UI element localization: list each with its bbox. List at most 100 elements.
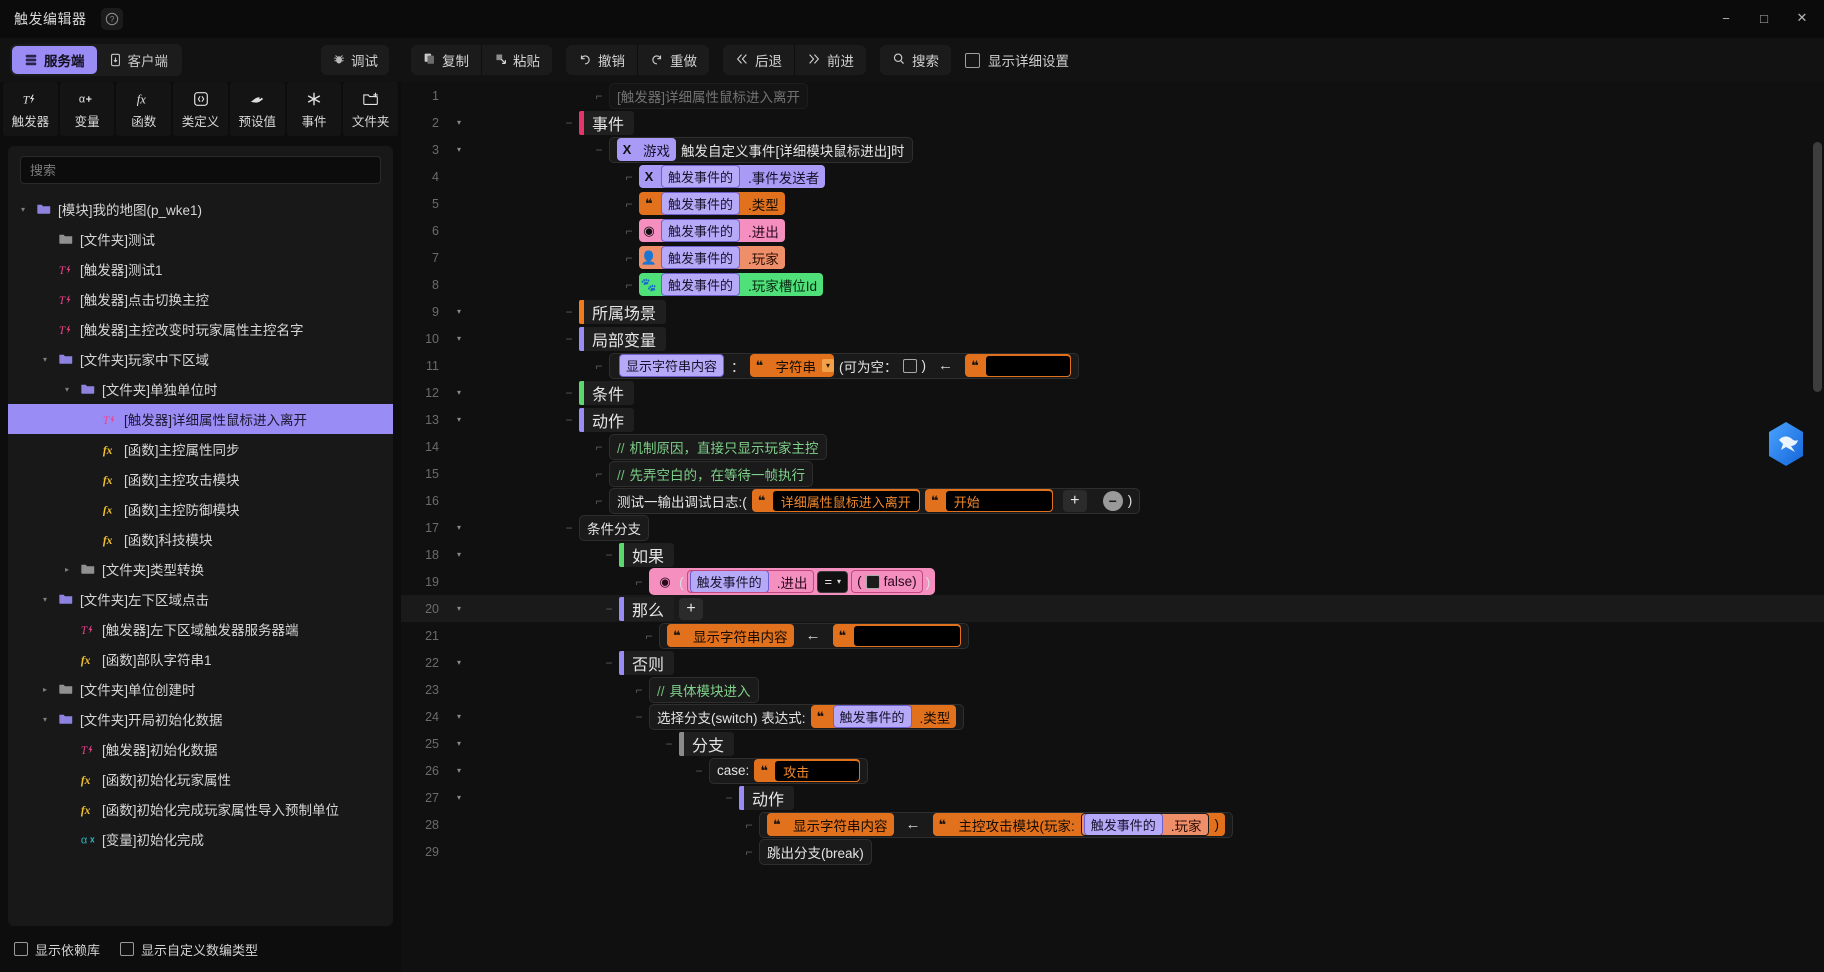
assign-value-input[interactable] — [852, 624, 961, 647]
variable-pill[interactable]: 触发事件的 — [1083, 814, 1163, 835]
assign-target[interactable]: ❝ 显示字符串内容 — [767, 813, 894, 836]
maximize-button[interactable]: □ — [1746, 3, 1782, 33]
code-line[interactable]: 13 ▾ − 动作 — [401, 406, 1824, 433]
fold-toggle[interactable]: ▾ — [447, 523, 471, 532]
expression-chip[interactable]: 🐾 触发事件的 .玩家槽位Id — [639, 273, 824, 296]
code-line[interactable]: 26 ▾ − case: ❝ 攻击 — [401, 757, 1824, 784]
debug-button[interactable]: 调试 — [321, 45, 389, 75]
remove-argument-button[interactable]: − — [1102, 490, 1123, 511]
value-input[interactable] — [985, 354, 1072, 377]
code-line[interactable]: 16 ⌐ 测试一输出调试日志:(❝ 详细属性鼠标进入离开 ❝ 开始 + −) — [401, 487, 1824, 514]
tree-node[interactable]: fx [函数]科技模块 — [8, 524, 393, 554]
tree-node[interactable]: fx [函数]初始化完成玩家属性导入预制单位 — [8, 794, 393, 824]
code-line[interactable]: 19 ⌐ ◉(触发事件的 .进出 = ▾(false)) — [401, 568, 1824, 595]
checkbox-show-detail-settings[interactable]: 显示详细设置 — [965, 50, 1069, 70]
add-action-button[interactable]: + — [679, 597, 704, 620]
twisty-toggle[interactable]: ▸ — [36, 685, 54, 694]
twisty-toggle[interactable]: ▾ — [58, 385, 76, 394]
fold-toggle[interactable]: ▾ — [447, 739, 471, 748]
tree-node[interactable]: T [触发器]详细属性鼠标进入离开 — [8, 404, 393, 434]
condition-operand[interactable]: 触发事件的 .进出 — [686, 570, 815, 593]
call-argument[interactable]: ❝ 详细属性鼠标进入离开 — [751, 489, 920, 512]
code-line[interactable]: 3 ▾ − X 游戏 触发自定义事件[详细模块鼠标进出]时 — [401, 136, 1824, 163]
fold-toggle[interactable]: ▾ — [447, 145, 471, 154]
code-line[interactable]: 20 ▾ − 那么 + — [401, 595, 1824, 622]
keyword-block[interactable]: 事件 — [579, 110, 635, 135]
code-canvas[interactable]: 1 ⌐ [触发器]详细属性鼠标进入离开 2 ▾ − 事件 3 ▾ − X 游戏 触发自定义事件[详细模块… — [401, 82, 1824, 972]
vertical-scrollbar[interactable] — [1813, 142, 1822, 392]
comment-block[interactable]: //先弄空白的，在等待一帧执行 — [609, 460, 814, 487]
tool-preset[interactable]: 预设值 — [229, 82, 285, 136]
code-line[interactable]: 1 ⌐ [触发器]详细属性鼠标进入离开 — [401, 82, 1824, 109]
fold-toggle[interactable]: ▾ — [447, 793, 471, 802]
tree-node[interactable]: ▾ [文件夹]玩家中下区域 — [8, 344, 393, 374]
tool-trigger[interactable]: T 触发器 — [3, 82, 58, 136]
keyword-block[interactable]: 条件 — [579, 380, 635, 405]
twisty-toggle[interactable]: ▾ — [36, 355, 54, 364]
undo-button[interactable]: 撤销 — [566, 45, 637, 75]
value-chip[interactable]: ❝ — [965, 354, 1072, 377]
variable-pill[interactable]: 触发事件的 — [661, 246, 741, 269]
code-line[interactable]: 14 ⌐ //机制原因，直接只显示玩家主控 — [401, 433, 1824, 460]
tree-node[interactable]: fx [函数]主控攻击模块 — [8, 464, 393, 494]
back-button[interactable]: 后退 — [723, 45, 794, 75]
argument-value[interactable]: 开始 — [944, 489, 1053, 512]
branch-block[interactable]: 条件分支 — [579, 514, 649, 541]
code-line[interactable]: 18 ▾ − 如果 — [401, 541, 1824, 568]
minimize-button[interactable]: − — [1708, 3, 1744, 33]
keyword-block[interactable]: 那么 — [619, 596, 675, 621]
code-line[interactable]: 12 ▾ − 条件 — [401, 379, 1824, 406]
search-button[interactable]: 搜索 — [880, 45, 951, 75]
keyword-block[interactable]: 否则 — [619, 650, 675, 675]
fold-toggle[interactable]: ▾ — [447, 334, 471, 343]
help-icon[interactable]: ? — [100, 8, 123, 30]
variable-pill[interactable]: 触发事件的 — [661, 219, 741, 242]
nullable-checkbox[interactable] — [902, 358, 917, 373]
case-value-input[interactable]: 攻击 — [774, 759, 861, 782]
assign-target[interactable]: ❝ 显示字符串内容 — [667, 624, 794, 647]
twisty-toggle[interactable]: ▾ — [36, 595, 54, 604]
function-call-chip[interactable]: ❝ 主控攻击模块(玩家: 触发事件的 .玩家) — [932, 813, 1226, 836]
forward-button[interactable]: 前进 — [794, 45, 866, 75]
code-line[interactable]: 24 ▾ − 选择分支(switch) 表达式: ❝ 触发事件的 .类型 — [401, 703, 1824, 730]
assign-source[interactable]: ❝ — [832, 624, 961, 647]
event-block[interactable]: X 游戏 触发自定义事件[详细模块鼠标进出]时 — [609, 136, 913, 163]
type-selector[interactable]: ❝ 字符串 ▾ — [749, 354, 835, 377]
function-argument[interactable]: 触发事件的 .玩家 — [1080, 813, 1209, 836]
checkbox-show-custom-types[interactable]: 显示自定义数编类型 — [120, 940, 258, 959]
keyword-block[interactable]: 动作 — [579, 407, 635, 432]
keyword-block[interactable]: 动作 — [739, 785, 795, 810]
expression-chip[interactable]: ◉ 触发事件的 .进出 — [639, 219, 785, 242]
condition-rhs[interactable]: (false) — [851, 570, 923, 593]
tree-node[interactable]: ▾ [文件夹]单独单位时 — [8, 374, 393, 404]
fold-toggle[interactable]: ▾ — [447, 604, 471, 613]
comparison-operator-select[interactable]: = ▾ — [817, 570, 849, 593]
tree-node[interactable]: ▾ [文件夹]开局初始化数据 — [8, 704, 393, 734]
expression-chip[interactable]: ❝ 触发事件的 .类型 — [639, 192, 785, 215]
twisty-toggle[interactable]: ▸ — [58, 565, 76, 574]
code-line[interactable]: 23 ⌐ //具体模块进入 — [401, 676, 1824, 703]
code-line[interactable]: 9 ▾ − 所属场景 — [401, 298, 1824, 325]
assignment-block[interactable]: ❝ 显示字符串内容 ← ❝ 主控攻击模块(玩家: 触发事件的 .玩家) — [759, 811, 1234, 838]
code-line[interactable]: 6 ⌐ ◉ 触发事件的 .进出 — [401, 217, 1824, 244]
code-line[interactable]: 11 ⌐ 显示字符串内容 ： ❝ 字符串 ▾ (可为空：) ← ❝ — [401, 352, 1824, 379]
code-line[interactable]: 10 ▾ − 局部变量 — [401, 325, 1824, 352]
tree-node[interactable]: T [触发器]测试1 — [8, 254, 393, 284]
tool-folder-add[interactable]: 文件夹 — [343, 82, 399, 136]
keyword-block[interactable]: 分支 — [679, 731, 735, 756]
code-line[interactable]: 21 ⌐ ❝ 显示字符串内容 ← ❝ — [401, 622, 1824, 649]
tree-node[interactable]: T [触发器]主控改变时玩家属性主控名字 — [8, 314, 393, 344]
tree-node[interactable]: ▾ [文件夹]左下区域点击 — [8, 584, 393, 614]
local-var-name[interactable]: 显示字符串内容 — [619, 354, 725, 377]
local-variable-block[interactable]: 显示字符串内容 ： ❝ 字符串 ▾ (可为空：) ← ❝ — [609, 352, 1080, 379]
fold-toggle[interactable]: ▾ — [447, 415, 471, 424]
keyword-block[interactable]: 如果 — [619, 542, 675, 567]
case-block[interactable]: case: ❝ 攻击 — [709, 757, 869, 784]
call-argument[interactable]: ❝ 开始 — [924, 489, 1053, 512]
switch-block[interactable]: 选择分支(switch) 表达式: ❝ 触发事件的 .类型 — [649, 703, 965, 730]
expression-chip[interactable]: X 触发事件的 .事件发送者 — [639, 165, 826, 188]
redo-button[interactable]: 重做 — [637, 45, 709, 75]
break-block[interactable]: 跳出分支(break) — [759, 838, 872, 865]
fold-toggle[interactable]: ▾ — [447, 118, 471, 127]
code-line[interactable]: 28 ⌐ ❝ 显示字符串内容 ← ❝ 主控攻击模块(玩家: 触发事件的 .玩家) — [401, 811, 1824, 838]
